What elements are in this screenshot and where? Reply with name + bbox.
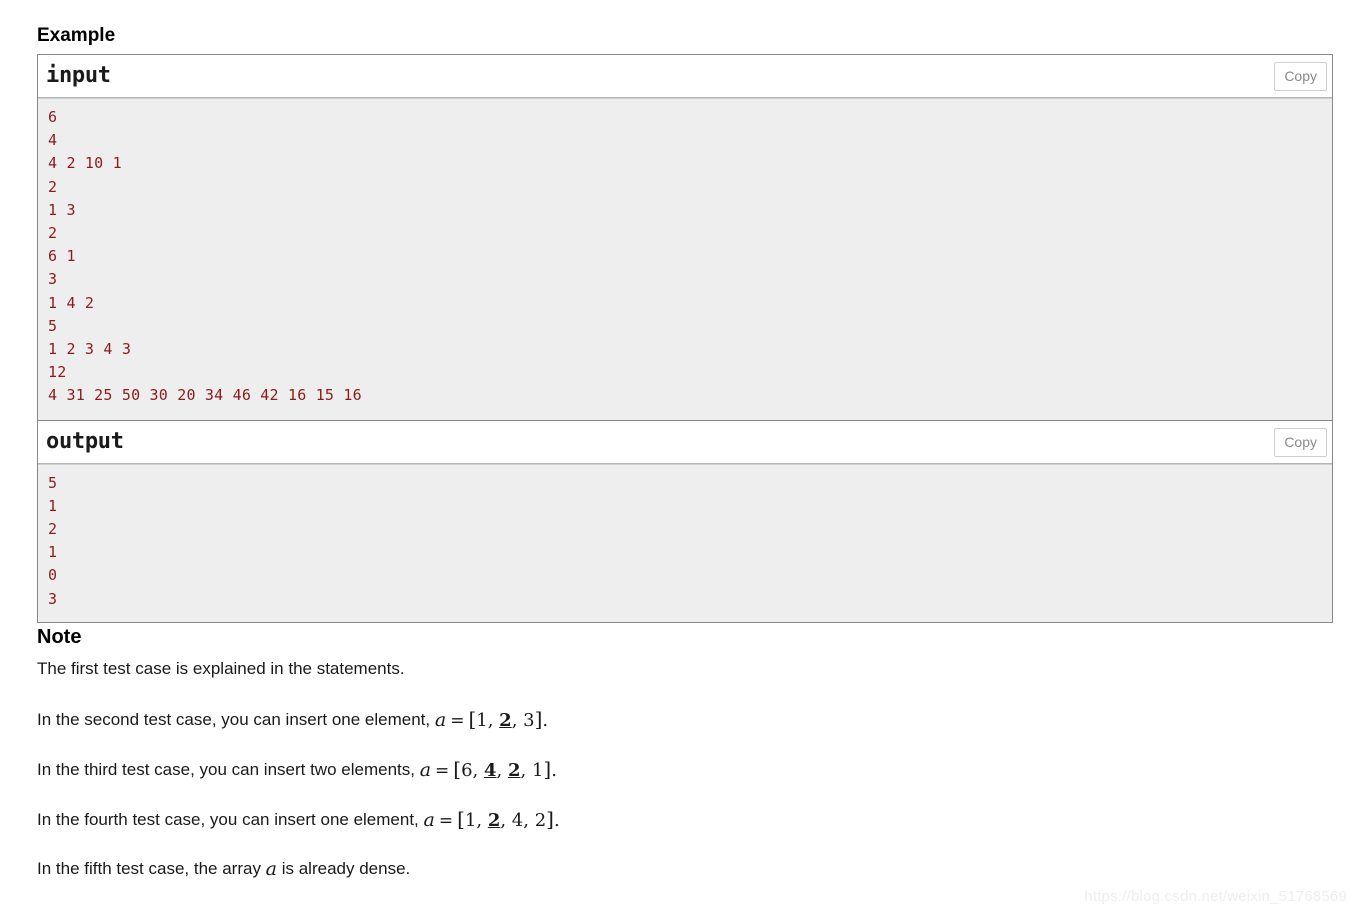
math-comma: , [511,710,524,731]
math-bracket-open: [ [453,757,462,781]
math-array-item: 2 [534,810,547,831]
math-array-item: 1 [531,760,544,781]
math-variable-a: a [423,809,435,831]
math-bracket-close: ] [546,807,554,831]
note-paragraph-second: In the second test case, you can insert … [37,709,548,731]
sample-output-label: output [46,428,124,454]
sample-input-block: input Copy 6 4 4 2 10 1 2 1 3 2 6 1 3 1 … [38,55,1332,420]
note-paragraph-third: In the third test case, you can insert t… [37,759,557,781]
sample-input-text: 6 4 4 2 10 1 2 1 3 2 6 1 3 1 4 2 5 1 2 3… [38,98,1332,420]
math-array-item: 4 [484,760,497,781]
math-array-item: 1 [464,810,477,831]
sample-output-text: 5 1 2 1 0 3 [38,463,1332,622]
math-variable-a: a [265,858,277,880]
math-equals-sign: = [435,761,450,781]
math-period: . [553,810,560,831]
note-paragraph-fourth-text: In the fourth test case, you can insert … [37,810,424,829]
sample-output-block: output Copy 5 1 2 1 0 3 [38,419,1332,622]
math-array-item: 2 [487,810,501,831]
sample-input-header: input Copy [38,55,1332,98]
math-array-item: 2 [507,760,521,781]
math-variable-a: a [434,709,447,731]
math-expression-second: a = [1, 2, 3]. [434,709,549,731]
math-array-item: 3 [523,710,535,731]
note-paragraph-third-text: In the third test case, you can insert t… [37,760,420,779]
math-expression-fourth: a = [1, 2, 4, 2]. [423,807,560,831]
math-array-items-p1: 1, 2, 3 [476,710,534,731]
note-paragraph-first: The first test case is explained in the … [37,659,405,679]
math-array-item: 6 [461,760,473,781]
sample-tests-container: input Copy 6 4 4 2 10 1 2 1 3 2 6 1 3 1 … [37,54,1333,623]
example-heading: Example [37,25,116,46]
problem-statement-page: Example input Copy 6 4 4 2 10 1 2 1 3 2 … [0,0,1357,911]
math-period: . [542,710,549,731]
csdn-watermark: https://blog.csdn.net/weixin_51768569 [1084,888,1347,905]
math-period: . [551,760,557,781]
note-paragraph-fifth: In the fifth test case, the array a is a… [37,859,410,880]
copy-output-button[interactable]: Copy [1274,427,1327,457]
math-array-item: 4 [511,810,524,831]
sample-input-label: input [46,63,111,88]
note-paragraph-fourth: In the fourth test case, you can insert … [37,809,560,831]
math-variable-a: a [419,759,432,781]
math-array-item: 2 [499,710,512,731]
sample-output-header: output Copy [38,420,1332,464]
math-equals-sign: = [450,711,465,731]
math-comma: , [476,810,488,831]
math-bracket-open: [ [457,807,465,831]
math-comma: , [496,760,508,781]
note-paragraph-first-text: The first test case is explained in the … [37,659,405,678]
math-comma: , [523,810,535,831]
note-heading: Note [37,626,82,648]
math-array-item: 1 [476,710,488,731]
math-comma: , [472,760,484,781]
math-equals-sign: = [438,811,454,831]
math-expression-third: a = [6, 4, 2, 1]. [419,757,557,781]
math-comma: , [520,760,532,781]
math-comma: , [500,810,512,831]
math-expression-fifth: a [266,859,277,880]
copy-input-button[interactable]: Copy [1274,62,1327,91]
math-array-items-p3: 1, 2, 4, 2 [465,810,546,831]
math-comma: , [487,710,500,731]
math-array-items-p2: 6, 4, 2, 1 [461,760,543,781]
note-paragraph-second-text: In the second test case, you can insert … [37,710,435,729]
note-paragraph-fifth-text: In the fifth test case, the array [37,859,266,878]
note-paragraph-fifth-tail: is already dense. [277,859,411,878]
